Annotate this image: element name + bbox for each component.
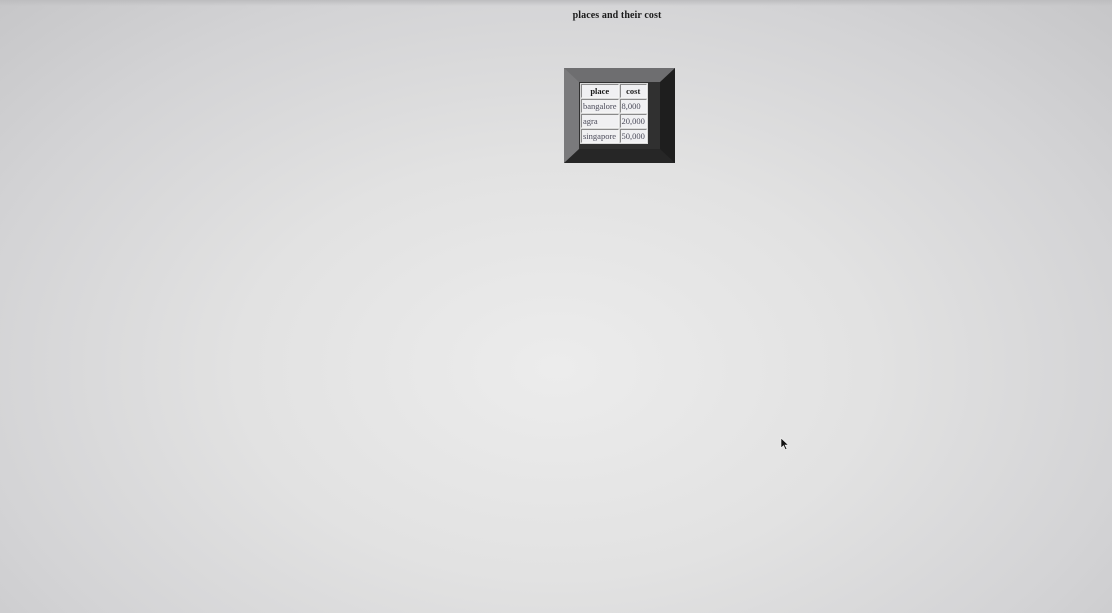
table-cell-place: agra (581, 114, 619, 128)
table-cell-cost: 20,000 (619, 114, 647, 128)
arrow-cursor-icon (780, 437, 790, 450)
table-cell-cost: 50,000 (619, 129, 647, 143)
places-cost-table: place cost bangalore 8,000 agra 20,000 s… (580, 83, 648, 144)
table-row: bangalore 8,000 (581, 99, 647, 113)
table-header-row: place cost (581, 84, 647, 98)
column-header-cost: cost (619, 84, 647, 98)
column-header-place: place (581, 84, 619, 98)
page-title: places and their cost (572, 10, 662, 21)
table-row: singapore 50,000 (581, 129, 647, 143)
table-cell-cost: 8,000 (619, 99, 647, 113)
table-frame: place cost bangalore 8,000 agra 20,000 s… (564, 68, 675, 163)
table-cell-place: bangalore (581, 99, 619, 113)
table-cell-place: singapore (581, 129, 619, 143)
table-row: agra 20,000 (581, 114, 647, 128)
screen-top-edge (0, 0, 1112, 6)
